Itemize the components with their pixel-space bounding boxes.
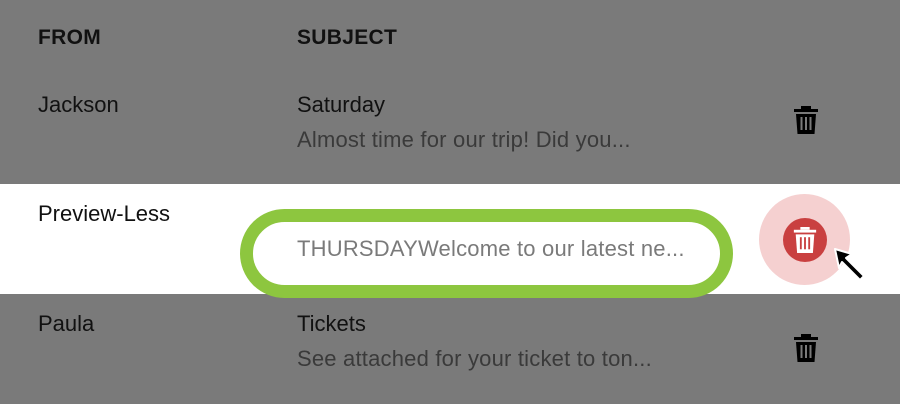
email-sender: Paula — [38, 311, 95, 336]
email-row-jackson[interactable]: Jackson Saturday Almost time for our tri… — [0, 75, 900, 185]
email-row-paula[interactable]: Paula Tickets See attached for your tick… — [0, 294, 900, 404]
trash-icon — [793, 227, 817, 253]
email-sender: Jackson — [38, 92, 119, 117]
delete-button[interactable] — [783, 218, 827, 262]
from-column-header: FROM — [38, 26, 102, 49]
subject-column-header: SUBJECT — [297, 26, 398, 49]
email-preview: Almost time for our trip! Did you... — [297, 127, 631, 152]
preview-highlight-callout — [240, 209, 733, 298]
trash-icon[interactable] — [794, 106, 818, 134]
email-subject: Saturday — [297, 92, 386, 117]
table-header: FROM SUBJECT — [0, 0, 900, 75]
email-subject: Tickets — [297, 311, 366, 336]
mouse-pointer-icon — [834, 248, 865, 281]
email-sender: Preview-Less — [38, 201, 171, 226]
email-preview: See attached for your ticket to ton... — [297, 346, 652, 371]
trash-icon[interactable] — [794, 334, 818, 362]
